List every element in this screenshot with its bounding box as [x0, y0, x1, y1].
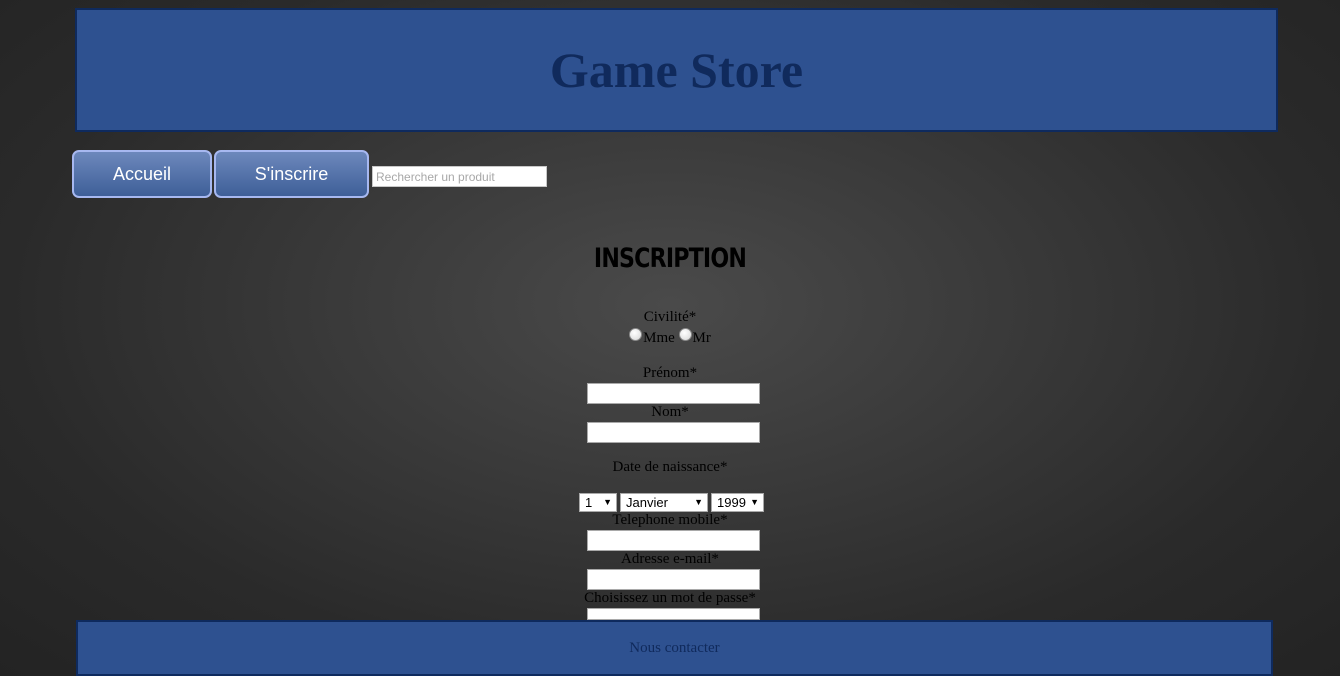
home-button[interactable]: Accueil	[72, 150, 212, 198]
radio-mme[interactable]	[629, 328, 643, 341]
radio-mr-label: Mr	[692, 330, 711, 346]
radio-mr[interactable]	[678, 328, 692, 341]
birth-day-value: 1	[585, 495, 593, 510]
birth-day-select[interactable]: 1 ▼	[579, 493, 617, 512]
password-label: Choisissez un mot de passe*	[584, 590, 756, 606]
birth-year-select[interactable]: 1999 ▼	[711, 493, 764, 512]
dropdown-arrow-icon: ▼	[750, 497, 759, 507]
email-label: Adresse e-mail*	[621, 551, 719, 567]
email-field[interactable]	[587, 569, 760, 590]
firstname-field[interactable]	[587, 383, 760, 404]
dropdown-arrow-icon: ▼	[694, 497, 703, 507]
search-input[interactable]	[372, 166, 547, 187]
phone-field[interactable]	[587, 530, 760, 551]
site-title: Game Store	[549, 42, 804, 98]
password-field[interactable]	[587, 608, 760, 620]
page-title: INSCRIPTION	[593, 243, 747, 274]
firstname-label: Prénom*	[642, 365, 698, 381]
site-header: Game Store	[75, 8, 1278, 132]
site-footer: Nous contacter	[76, 620, 1273, 676]
civility-group: Mme Mr	[0, 328, 1340, 347]
contact-link[interactable]: Nous contacter	[629, 640, 719, 657]
dropdown-arrow-icon: ▼	[603, 497, 612, 507]
civility-label: Civilité*	[643, 309, 697, 325]
birth-year-value: 1999	[717, 495, 746, 510]
lastname-field[interactable]	[587, 422, 760, 443]
lastname-label: Nom*	[651, 404, 689, 420]
birthdate-label: Date de naissance*	[612, 459, 728, 475]
birth-month-select[interactable]: Janvier ▼	[620, 493, 708, 512]
phone-label: Telephone mobile*	[612, 512, 728, 528]
signup-button[interactable]: S'inscrire	[214, 150, 369, 198]
birth-month-value: Janvier	[626, 495, 668, 510]
radio-mme-label: Mme	[643, 330, 675, 346]
